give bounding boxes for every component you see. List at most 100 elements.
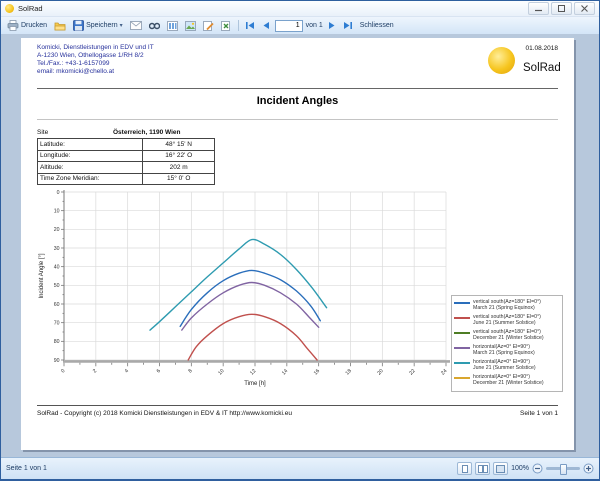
- email-button[interactable]: [128, 20, 144, 31]
- save-dropdown-icon[interactable]: ▾: [120, 23, 123, 29]
- title-bar: SolRad: [1, 1, 599, 17]
- print-button[interactable]: Drucken: [5, 19, 49, 32]
- full-page-view-button[interactable]: [493, 462, 508, 475]
- solrad-logo-text: SolRad: [523, 62, 561, 74]
- title-divider: [37, 119, 558, 120]
- site-row-value: 202 m: [143, 164, 214, 171]
- site-table-row: Longitude:16° 22' O: [38, 151, 214, 163]
- legend-line-swatch: [454, 302, 470, 304]
- zoom-slider-track[interactable]: [546, 467, 580, 470]
- nav-next-icon: [328, 21, 336, 30]
- solrad-sun-logo: [488, 47, 515, 74]
- zoom-in-button[interactable]: [583, 463, 594, 474]
- image-button[interactable]: [183, 20, 198, 32]
- close-button[interactable]: [574, 2, 595, 15]
- legend-entry: horizontal(Az=0° El=90°)March 21 (Spring…: [454, 344, 560, 356]
- print-icon: [7, 20, 19, 31]
- site-row-label: Latitude:: [38, 139, 143, 150]
- site-table-row: Latitude:48° 15' N: [38, 139, 214, 151]
- columns-button[interactable]: [165, 20, 180, 32]
- footer-page-number: Seite 1 von 1: [520, 410, 558, 417]
- status-bar: Seite 1 von 1 100%: [1, 457, 599, 479]
- solrad-window: SolRad Drucken Speichern ▾: [0, 0, 600, 481]
- nav-first-icon: [245, 21, 255, 30]
- company-line: A-1230 Wien, Othellogasse 1/RH 8/2: [37, 52, 154, 60]
- site-info: Site Österreich, 1190 Wien Latitude:48° …: [37, 126, 215, 185]
- legend-entry: vertical south(Az=180° El=0°)March 21 (S…: [454, 299, 560, 311]
- legend-line-swatch: [454, 317, 470, 319]
- zoom-slider-thumb[interactable]: [560, 464, 567, 475]
- edit-button[interactable]: [201, 20, 216, 32]
- legend-entry: horizontal(Az=0° El=90°)June 21 (Summer …: [454, 359, 560, 371]
- legend-label: horizontal(Az=0° El=90°)June 21 (Summer …: [473, 359, 536, 371]
- edit-icon: [203, 21, 214, 31]
- image-icon: [185, 21, 196, 31]
- x-tick-label: 2: [92, 368, 98, 374]
- two-page-view-icon: [478, 465, 488, 473]
- maximize-button[interactable]: [551, 2, 572, 15]
- save-icon: [73, 20, 84, 31]
- legend-label: horizontal(Az=0° El=90°)December 21 (Win…: [473, 374, 544, 386]
- company-line: Komicki, Dienstleistungen in EDV und IT: [37, 44, 154, 52]
- save-button[interactable]: Speichern ▾: [71, 19, 125, 32]
- export-button[interactable]: [219, 20, 234, 32]
- search-button[interactable]: [147, 20, 162, 32]
- nav-prev-icon: [262, 21, 270, 30]
- page-of-label: von 1: [306, 22, 323, 29]
- y-tick-label: 50: [54, 283, 60, 289]
- nav-first-button[interactable]: [243, 20, 257, 31]
- site-row-value: 15° 0' O: [143, 175, 214, 182]
- footer-divider: [37, 405, 558, 406]
- zoom-percentage-label: 100%: [511, 465, 529, 472]
- report-date: 01.08.2018: [525, 45, 558, 52]
- legend-label: vertical south(Az=180° El=0°)June 21 (Su…: [473, 314, 541, 326]
- site-row-label: Time Zone Meridian:: [38, 174, 143, 185]
- x-tick-label: 4: [124, 368, 130, 374]
- site-table: Latitude:48° 15' NLongitude:16° 22' OAlt…: [37, 138, 215, 185]
- two-page-view-button[interactable]: [475, 462, 490, 475]
- zoom-out-button[interactable]: [532, 463, 543, 474]
- site-header-row: Site Österreich, 1190 Wien: [37, 126, 215, 138]
- close-icon: [581, 5, 588, 12]
- open-button[interactable]: [52, 20, 68, 32]
- y-tick-label: 40: [54, 265, 60, 271]
- x-tick-label: 24: [440, 368, 448, 376]
- y-tick-label: 60: [54, 302, 60, 308]
- chart-series-1: [188, 314, 317, 360]
- report-page: Komicki, Dienstleistungen in EDV und IT …: [21, 38, 574, 450]
- single-page-view-icon: [461, 465, 469, 473]
- y-tick-label: 90: [54, 358, 60, 364]
- close-preview-label: Schliessen: [360, 22, 394, 29]
- y-tick-label: 20: [54, 227, 60, 233]
- site-row-label: Altitude:: [38, 162, 143, 173]
- x-tick-label: 0: [60, 368, 66, 374]
- maximize-icon: [558, 5, 565, 12]
- page-number-input[interactable]: [275, 20, 303, 32]
- x-tick-label: 14: [281, 368, 289, 376]
- x-tick-label: 12: [249, 368, 257, 376]
- minimize-icon: [535, 5, 542, 12]
- window-title: SolRad: [18, 4, 43, 13]
- x-tick-label: 10: [217, 368, 225, 376]
- nav-prev-button[interactable]: [260, 20, 272, 31]
- x-axis-title: Time [h]: [244, 381, 266, 387]
- site-row-value: 48° 15' N: [143, 141, 214, 148]
- single-page-view-button[interactable]: [457, 462, 472, 475]
- x-tick-label: 8: [187, 368, 193, 374]
- status-zoom-controls: 100%: [457, 462, 594, 475]
- site-value: Österreich, 1190 Wien: [113, 129, 181, 136]
- company-line: email: mkomicki@chello.at: [37, 68, 154, 76]
- company-address-block: Komicki, Dienstleistungen in EDV und IT …: [37, 44, 154, 76]
- minimize-button[interactable]: [528, 2, 549, 15]
- incident-angles-chart: 0246810121416182022240102030405060708090…: [31, 186, 461, 436]
- report-title: Incident Angles: [21, 95, 574, 107]
- nav-last-icon: [343, 21, 353, 30]
- footer-copyright: SolRad - Copyright (c) 2018 Komicki Dien…: [37, 410, 292, 417]
- save-label: Speichern: [86, 22, 118, 29]
- nav-last-button[interactable]: [341, 20, 355, 31]
- app-sun-icon: [5, 4, 14, 13]
- close-preview-button[interactable]: Schliessen: [358, 21, 396, 30]
- x-tick-label: 6: [156, 368, 162, 374]
- nav-next-button[interactable]: [326, 20, 338, 31]
- y-tick-label: 0: [57, 190, 60, 196]
